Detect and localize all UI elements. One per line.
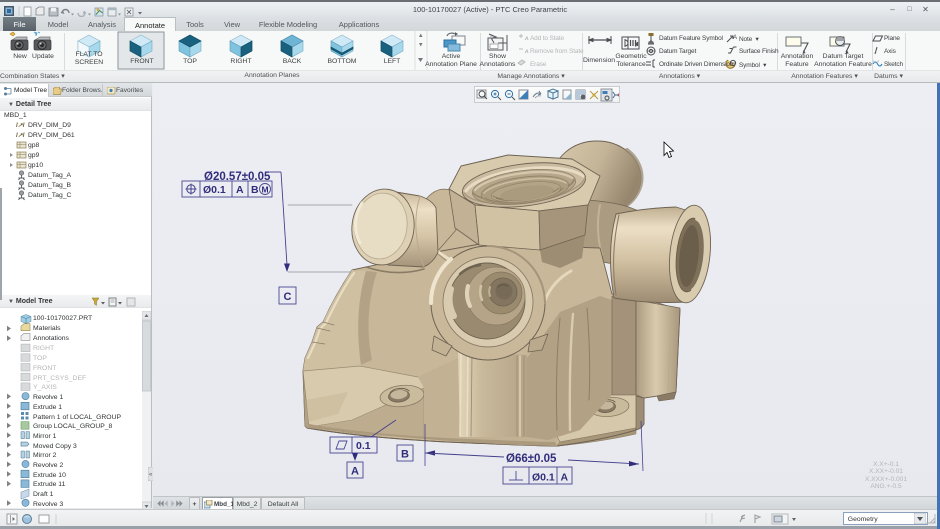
svg-text:Ø0.1: Ø0.1	[203, 184, 226, 196]
svg-text:I↗I: I↗I	[16, 123, 25, 129]
svg-text:B: B	[401, 449, 409, 461]
svg-text:B: B	[251, 184, 259, 196]
svg-text:C: C	[284, 291, 292, 303]
svg-text:0.1: 0.1	[356, 440, 371, 452]
svg-text:Ø0.1: Ø0.1	[532, 472, 555, 484]
svg-text:A: A	[236, 184, 244, 196]
svg-text:I↗I: I↗I	[16, 133, 25, 139]
svg-text:A: A	[351, 466, 359, 478]
svg-text:A: A	[561, 472, 569, 484]
svg-text:Ø66±0.05: Ø66±0.05	[506, 453, 557, 465]
svg-text:A: A	[733, 35, 737, 41]
svg-text:M: M	[261, 185, 268, 195]
